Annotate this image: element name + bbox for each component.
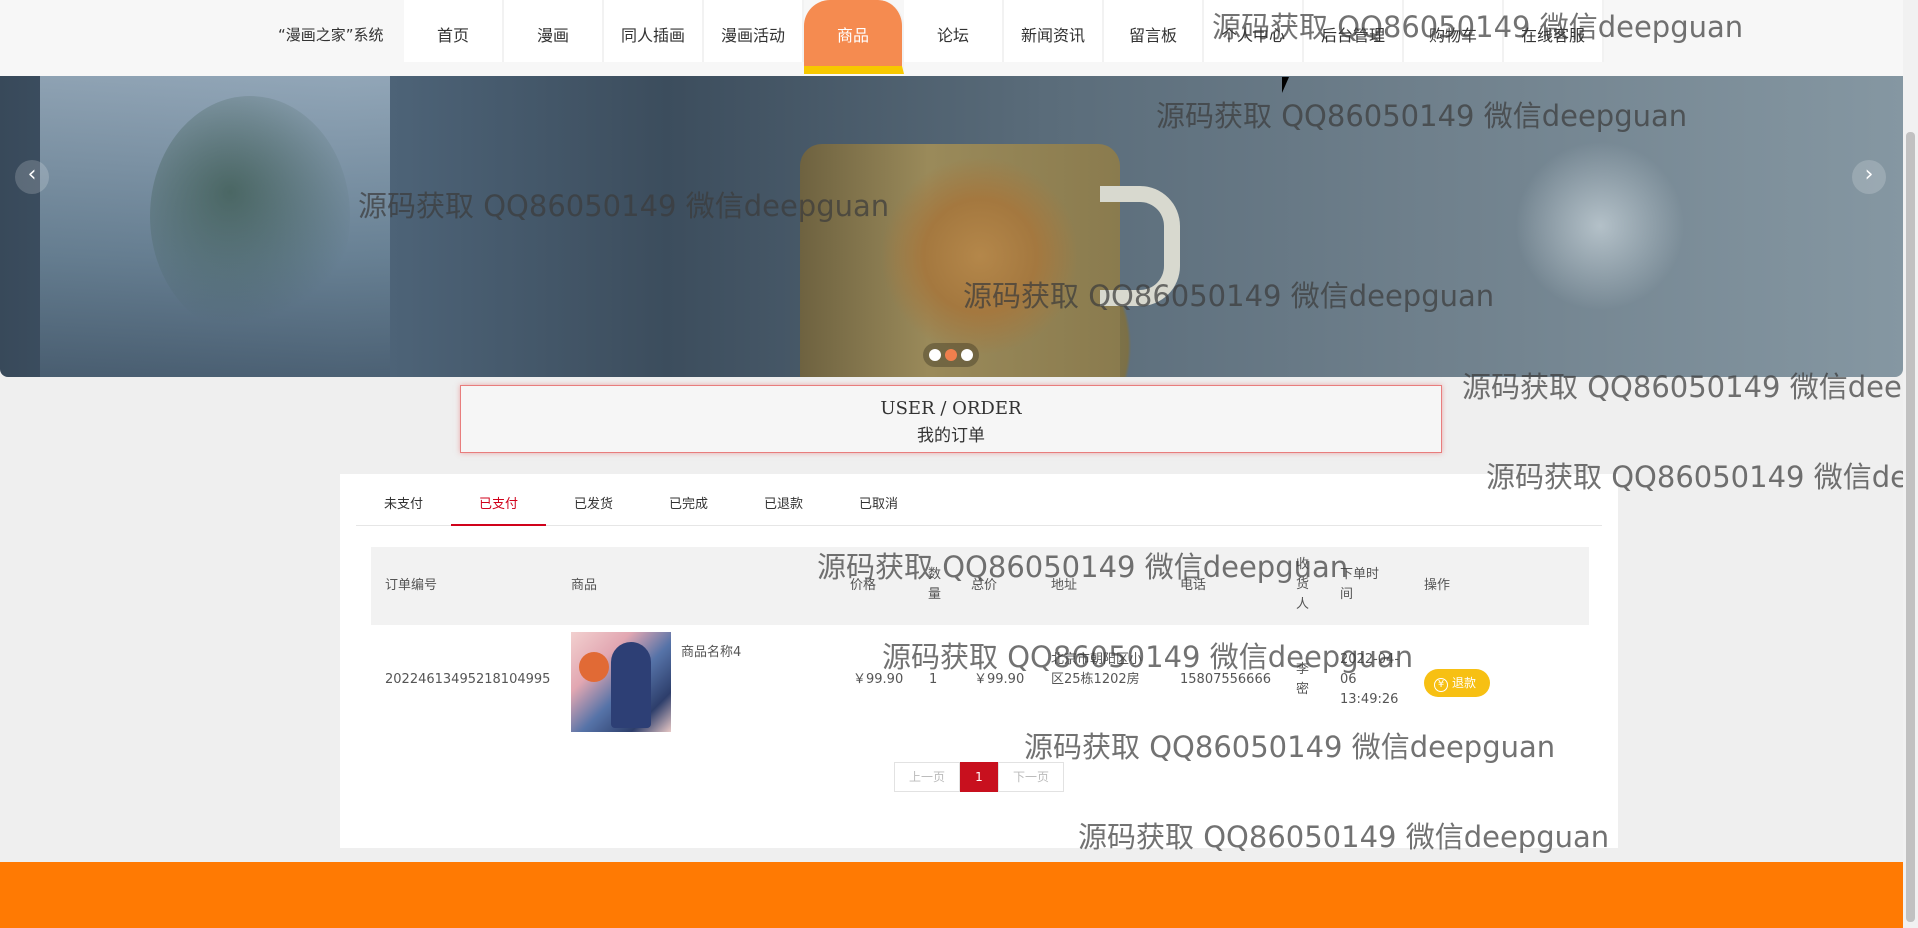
nav-item-news[interactable]: 新闻资讯 — [1004, 0, 1104, 62]
col-order-no: 订单编号 — [385, 578, 438, 593]
orders-table-header: 订单编号 商品 价格 数量 总价 地址 电话 收货人 下单时间 操作 — [371, 547, 1589, 625]
qty-value: 1 — [929, 672, 938, 687]
nav-item-fan-illustration[interactable]: 同人插画 — [604, 0, 704, 62]
section-title-en: USER / ORDER — [880, 398, 1022, 419]
section-title: USER / ORDER 我的订单 — [460, 385, 1442, 453]
banner-mug-pattern — [880, 156, 1080, 356]
page-number-current[interactable]: 1 — [960, 762, 998, 792]
site-brand: “漫画之家”系统 — [278, 26, 384, 44]
banner-mug-handle — [1100, 186, 1180, 306]
receiver-value: 李密 — [1296, 662, 1310, 697]
total-value: ￥99.90 — [974, 672, 1025, 687]
carousel-dot-2[interactable] — [945, 349, 957, 361]
nav-item-home[interactable]: 首页 — [404, 0, 504, 62]
nav-item-products[interactable]: 商品 — [804, 0, 904, 74]
nav-item-cart[interactable]: 购物车 — [1404, 0, 1504, 62]
main-nav: 首页 漫画 同人插画 漫画活动 商品 论坛 新闻资讯 留言板 个人中心 后台管理… — [404, 0, 1604, 74]
section-title-cn: 我的订单 — [917, 426, 985, 446]
col-price: 价格 — [850, 578, 877, 593]
tab-cancelled[interactable]: 已取消 — [831, 474, 926, 526]
nav-item-online-service[interactable]: 在线客服 — [1504, 0, 1604, 62]
nav-item-forum[interactable]: 论坛 — [904, 0, 1004, 62]
col-qty: 数量 — [928, 567, 942, 602]
refund-label: 退款 — [1452, 676, 1477, 690]
carousel-dot-3[interactable] — [961, 349, 973, 361]
mouse-cursor-icon — [1282, 77, 1289, 93]
price-value: ￥99.90 — [853, 672, 904, 687]
prev-page-button[interactable]: 上一页 — [894, 762, 960, 792]
col-total: 总价 — [971, 578, 998, 593]
col-product: 商品 — [571, 578, 598, 593]
product-art-character — [611, 642, 651, 728]
col-phone: 电话 — [1180, 578, 1207, 593]
order-number: 20224613495218104995 — [385, 672, 551, 687]
product-thumbnail[interactable] — [571, 632, 671, 732]
nav-item-personal-center[interactable]: 个人中心 — [1204, 0, 1304, 62]
carousel-prev-icon[interactable]: ‹ — [15, 160, 49, 194]
top-navbar: “漫画之家”系统 首页 漫画 同人插画 漫画活动 商品 论坛 新闻资讯 留言板 … — [0, 0, 1903, 76]
scrollbar-thumb[interactable] — [1906, 132, 1915, 922]
order-time-value: 2022-04-06 13:49:26 — [1340, 652, 1400, 707]
product-name[interactable]: 商品名称4 — [681, 643, 741, 663]
orders-panel: 未支付 已支付 已发货 已完成 已退款 已取消 订单编号 商品 价格 数量 总价… — [340, 474, 1618, 848]
phone-value: 15807556666 — [1180, 672, 1271, 687]
col-address: 地址 — [1051, 578, 1078, 593]
product-art-figure — [579, 652, 609, 682]
carousel-indicators — [923, 343, 979, 367]
yen-icon: ¥ — [1434, 678, 1448, 692]
tab-unpaid[interactable]: 未支付 — [356, 474, 451, 526]
nav-item-message-board[interactable]: 留言板 — [1104, 0, 1204, 62]
tab-completed[interactable]: 已完成 — [641, 474, 736, 526]
col-receiver: 收货人 — [1296, 557, 1310, 612]
banner-plant — [150, 96, 350, 336]
refund-button[interactable]: ¥ 退款 — [1424, 669, 1490, 697]
page-scrollbar[interactable] — [1903, 0, 1918, 928]
pagination: 上一页 1 下一页 — [894, 762, 1064, 792]
nav-item-admin[interactable]: 后台管理 — [1304, 0, 1404, 62]
table-row: 20224613495218104995 商品名称4 ￥99.90 1 ￥99.… — [371, 625, 1589, 735]
carousel-dot-1[interactable] — [929, 349, 941, 361]
tab-shipped[interactable]: 已发货 — [546, 474, 641, 526]
footer-bar — [0, 862, 1903, 928]
carousel-next-icon[interactable]: › — [1852, 160, 1886, 194]
banner-carousel: ‹ › — [0, 76, 1903, 377]
tab-paid[interactable]: 已支付 — [451, 474, 546, 526]
tab-refunded[interactable]: 已退款 — [736, 474, 831, 526]
nav-item-comic-events[interactable]: 漫画活动 — [704, 0, 804, 62]
address-value: 北京市朝阳区小区25栋1202房 — [1051, 652, 1143, 687]
next-page-button[interactable]: 下一页 — [998, 762, 1064, 792]
col-order-time: 下单时间 — [1340, 567, 1380, 602]
order-status-tabs: 未支付 已支付 已发货 已完成 已退款 已取消 — [356, 474, 1602, 526]
nav-item-comics[interactable]: 漫画 — [504, 0, 604, 62]
col-action: 操作 — [1424, 578, 1451, 593]
